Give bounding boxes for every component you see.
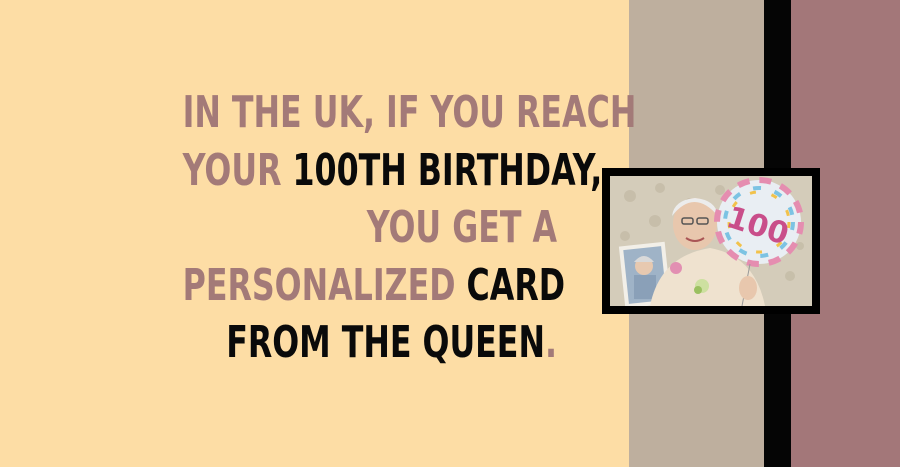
headline-text-segment: PERSONALIZED <box>182 259 456 311</box>
headline-text-segment: YOU GET A <box>366 202 557 253</box>
headline-text-segment: IN THE UK, IF YOU REACH <box>182 87 637 138</box>
headline-punctuation: . <box>544 317 557 368</box>
headline-line-1: IN THE UK, IF YOU REACH <box>183 84 637 142</box>
headline-line-5: FROM THE QUEEN. <box>183 314 557 372</box>
photo-frame: 100 <box>602 168 820 314</box>
headline-punctuation: , <box>590 144 603 196</box>
headline-text-segment: YOUR <box>182 144 282 196</box>
centenarian-photo: 100 <box>610 176 812 306</box>
centenarian-illustration: 100 <box>610 176 812 306</box>
headline-line-3: YOU GET A <box>183 199 557 257</box>
headline-highlight-segment: 100TH BIRTHDAY <box>292 144 591 196</box>
headline-highlight-segment: CARD <box>466 259 566 311</box>
headline-line-4: PERSONALIZED CARD <box>182 257 565 315</box>
fact-headline: IN THE UK, IF YOU REACH YOUR 100TH BIRTH… <box>182 84 637 372</box>
headline-highlight-segment: FROM THE QUEEN <box>226 317 545 368</box>
headline-line-2: YOUR 100TH BIRTHDAY, <box>182 142 603 200</box>
